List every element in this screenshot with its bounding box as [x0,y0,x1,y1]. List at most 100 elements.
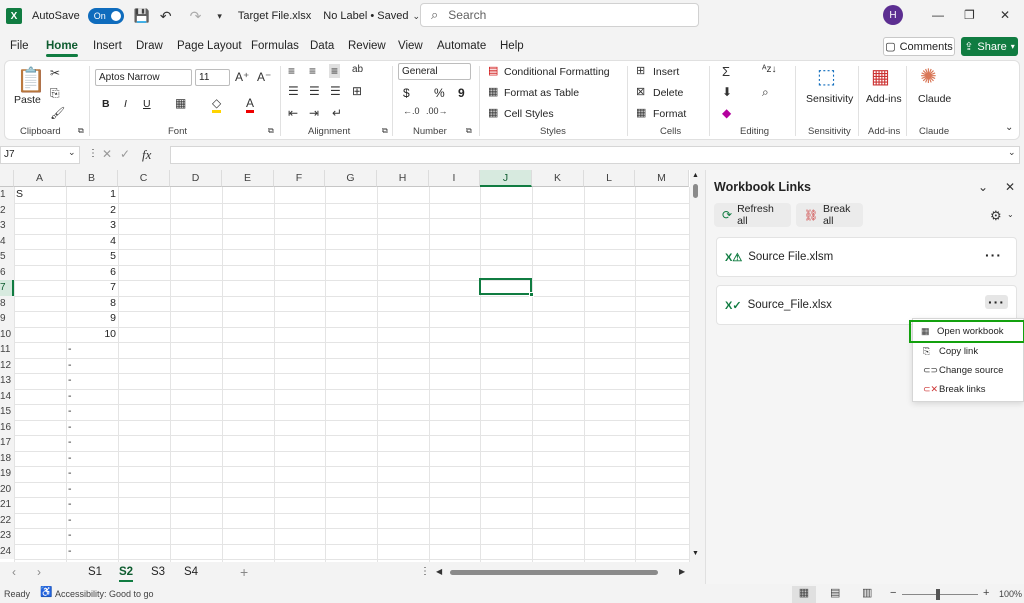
enter-icon[interactable]: ✓ [120,147,130,161]
conditional-formatting-button[interactable]: Conditional Formatting [504,66,610,78]
font-color-icon[interactable]: A [246,96,255,113]
chevron-down-icon[interactable]: ⌄ [978,180,988,194]
merge-center-icon[interactable]: ⊞ [352,84,362,98]
cell-b[interactable]: 10 [66,327,116,343]
tab-formulas[interactable]: Formulas [251,40,299,52]
cell-b[interactable]: - [68,466,116,482]
cell-b[interactable]: - [68,451,116,467]
more-options-icon[interactable]: ··· [985,295,1008,309]
tab-help[interactable]: Help [500,40,524,52]
cell-a[interactable] [16,234,64,250]
tab-review[interactable]: Review [348,40,386,52]
cell-a[interactable] [16,404,64,420]
tab-insert[interactable]: Insert [93,40,122,52]
find-select-icon[interactable]: ⌕ [762,85,769,100]
autosum-icon[interactable]: Σ [722,64,730,79]
cell-a[interactable] [16,296,64,312]
close-icon[interactable]: ✕ [1000,8,1010,22]
cell-b[interactable]: 2 [66,203,116,219]
format-painter-icon[interactable]: 🖌 [50,106,65,120]
tab-home[interactable]: Home [46,40,78,57]
cell-a[interactable] [16,249,64,265]
column-header-g[interactable]: G [325,170,377,187]
cell-a[interactable] [16,435,64,451]
cell-b[interactable]: 3 [66,218,116,234]
column-header-m[interactable]: M [635,170,689,187]
tab-file[interactable]: File [10,40,29,52]
next-sheet-icon[interactable]: › [37,565,41,579]
cell-b[interactable]: - [68,420,116,436]
prev-sheet-icon[interactable]: ‹ [12,565,16,579]
row-header[interactable]: 22 [0,512,14,528]
row-header[interactable]: 24 [0,543,14,559]
percent-button[interactable]: % [434,86,445,100]
break-all-button[interactable]: ⛓ Break all [796,203,863,227]
cell-b[interactable]: 1 [66,187,116,203]
cell-a[interactable] [16,389,64,405]
zoom-slider[interactable] [902,594,978,595]
accessibility-status[interactable]: Accessibility: Good to go [55,589,154,599]
column-header-k[interactable]: K [532,170,584,187]
cell-a[interactable] [16,466,64,482]
align-left-icon[interactable]: ☰ [288,84,299,98]
more-options-icon[interactable]: ··· [985,248,1002,262]
cell-b[interactable]: 5 [66,249,116,265]
cell-a[interactable] [16,373,64,389]
decrease-font-icon[interactable]: A⁻ [257,70,271,84]
sheet-tab-s2[interactable]: S2 [119,566,134,582]
worksheet-grid[interactable]: A B C D E F G H I J K L M 1S122334455667… [0,170,702,562]
copy-link-menu-item[interactable]: ⎘ Copy link [913,342,1024,361]
sheet-tab-s1[interactable]: S1 [88,566,102,578]
save-icon[interactable]: 💾 [134,8,150,24]
cell-b[interactable]: - [68,544,116,560]
cell-a[interactable] [16,280,64,296]
column-header-j[interactable]: J [480,170,532,187]
page-layout-view-icon[interactable]: ▤ [830,586,840,599]
collapse-ribbon-icon[interactable]: ⌄ [1005,122,1013,133]
insert-cells-button[interactable]: Insert [653,66,679,78]
row-header[interactable]: 4 [0,233,14,249]
row-header[interactable]: 19 [0,466,14,482]
cell-b[interactable]: - [68,435,116,451]
selected-cell-j7[interactable] [479,278,532,295]
tab-data[interactable]: Data [310,40,334,52]
undo-icon[interactable]: ↶ [160,8,172,25]
scroll-right-icon[interactable]: ▶ [679,567,685,576]
format-as-table-button[interactable]: Format as Table [504,87,579,99]
decrease-indent-icon[interactable]: ⇤ [288,106,298,120]
sort-filter-icon[interactable]: ᴬᴢ↓ [762,64,777,75]
row-header[interactable]: 23 [0,528,14,544]
format-cells-button[interactable]: Format [653,108,686,120]
column-header-l[interactable]: L [584,170,635,187]
more-icon[interactable]: ⋮ [420,566,430,577]
cell-b[interactable]: - [68,497,116,513]
row-header[interactable]: 5 [0,249,14,265]
zoom-slider-thumb[interactable] [936,589,940,600]
comments-button[interactable]: ▢ Comments [883,37,955,56]
row-header[interactable]: 16 [0,419,14,435]
cell-a[interactable] [16,482,64,498]
redo-icon[interactable]: ↷ [190,8,202,25]
cell-b[interactable]: 9 [66,311,116,327]
cell-a[interactable]: S [16,187,64,203]
cell-b[interactable]: - [68,513,116,529]
increase-decimal-icon[interactable]: ←.0 [403,106,420,116]
cell-b[interactable]: 6 [66,265,116,281]
expand-formula-icon[interactable]: ⌄ [1008,147,1016,158]
cell-a[interactable] [16,544,64,560]
scroll-down-icon[interactable]: ▼ [692,550,699,557]
font-name-select[interactable]: Aptos Narrow [95,69,192,86]
break-links-menu-item[interactable]: ⊂✕ Break links [913,380,1024,399]
tab-view[interactable]: View [398,40,423,52]
sheet-tab-s4[interactable]: S4 [184,566,198,578]
row-header[interactable]: 10 [0,326,14,342]
normal-view-icon[interactable]: ▦ [792,586,816,603]
copy-icon[interactable]: ⎘ [50,86,60,101]
align-right-icon[interactable]: ☰ [330,84,341,98]
column-header-c[interactable]: C [118,170,170,187]
cell-a[interactable] [16,342,64,358]
cut-icon[interactable]: ✂ [50,66,60,80]
row-header[interactable]: 20 [0,481,14,497]
clear-icon[interactable]: ◆ [722,106,731,120]
cell-b[interactable]: 8 [66,296,116,312]
